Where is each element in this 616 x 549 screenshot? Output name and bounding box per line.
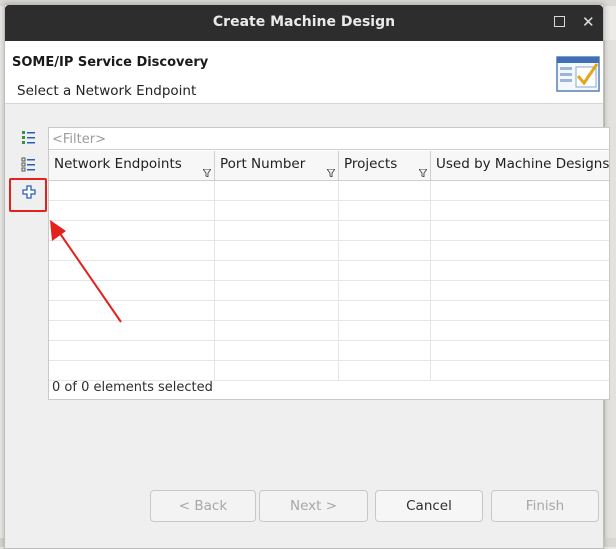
column-header-projects[interactable]: Projects bbox=[339, 151, 431, 180]
table-cell bbox=[431, 281, 609, 301]
table-cell bbox=[339, 321, 431, 341]
table-cell bbox=[431, 181, 609, 201]
filter-funnel-icon[interactable] bbox=[419, 169, 427, 177]
table-cell bbox=[339, 301, 431, 321]
table-cell bbox=[49, 261, 215, 281]
checklist-select-all-icon[interactable] bbox=[21, 129, 37, 145]
table-cell bbox=[339, 201, 431, 221]
table-cell bbox=[215, 341, 339, 361]
table-cell bbox=[339, 261, 431, 281]
table-cell bbox=[431, 341, 609, 361]
wizard-header: SOME/IP Service Discovery Select a Netwo… bbox=[5, 41, 603, 104]
table-cell bbox=[339, 181, 431, 201]
cancel-button[interactable]: Cancel bbox=[375, 490, 483, 522]
table-cell bbox=[49, 301, 215, 321]
column-label: Projects bbox=[344, 156, 398, 172]
column-header-port-number[interactable]: Port Number bbox=[215, 151, 339, 180]
table-cell bbox=[215, 221, 339, 241]
table-cell bbox=[339, 341, 431, 361]
table-cell bbox=[215, 281, 339, 301]
table-cell bbox=[49, 241, 215, 261]
table-cell bbox=[49, 281, 215, 301]
table-cell bbox=[431, 201, 609, 221]
title-bar: Create Machine Design ✕ bbox=[5, 5, 603, 41]
table-cell bbox=[431, 321, 609, 341]
wizard-banner-icon bbox=[556, 56, 600, 92]
table-cell bbox=[339, 361, 431, 381]
window-title: Create Machine Design bbox=[212, 14, 396, 30]
table-cell bbox=[431, 241, 609, 261]
maximize-icon[interactable] bbox=[554, 16, 565, 27]
create-machine-design-dialog: Create Machine Design ✕ SOME/IP Service … bbox=[4, 4, 610, 549]
column-header-used-by-machine-designs[interactable]: Used by Machine Designs bbox=[431, 151, 609, 180]
table-cell bbox=[215, 361, 339, 381]
table-row[interactable] bbox=[49, 341, 609, 361]
annotation-highlight-box bbox=[9, 178, 47, 212]
table-cell bbox=[215, 261, 339, 281]
filter-funnel-icon[interactable] bbox=[327, 169, 335, 177]
filter-input[interactable]: <Filter> bbox=[49, 128, 609, 150]
back-button[interactable]: < Back bbox=[150, 490, 256, 522]
table-cell bbox=[49, 321, 215, 341]
table-cell bbox=[215, 181, 339, 201]
filter-funnel-icon[interactable] bbox=[203, 169, 211, 177]
table-row[interactable] bbox=[49, 201, 609, 221]
table-row[interactable] bbox=[49, 361, 609, 381]
table-header: Network Endpoints Port Number Projects U… bbox=[49, 151, 609, 181]
column-label: Network Endpoints bbox=[54, 156, 182, 172]
table-cell bbox=[339, 281, 431, 301]
selection-status: 0 of 0 elements selected bbox=[52, 380, 213, 395]
next-button[interactable]: Next > bbox=[259, 490, 368, 522]
table-cell bbox=[431, 261, 609, 281]
table-cell bbox=[49, 201, 215, 221]
column-label: Port Number bbox=[220, 156, 306, 172]
table-row[interactable] bbox=[49, 281, 609, 301]
table-cell bbox=[215, 201, 339, 221]
page-description: Select a Network Endpoint bbox=[17, 83, 197, 99]
column-label: Used by Machine Designs bbox=[436, 156, 610, 172]
table-cell bbox=[49, 181, 215, 201]
finish-button[interactable]: Finish bbox=[491, 490, 599, 522]
table-row[interactable] bbox=[49, 261, 609, 281]
table-row[interactable] bbox=[49, 181, 609, 201]
table-cell bbox=[431, 221, 609, 241]
table-cell bbox=[215, 241, 339, 261]
table-cell bbox=[215, 301, 339, 321]
list-deselect-icon[interactable] bbox=[21, 156, 37, 172]
table-cell bbox=[431, 301, 609, 321]
table-row[interactable] bbox=[49, 301, 609, 321]
page-title: SOME/IP Service Discovery bbox=[12, 55, 209, 70]
table-body bbox=[49, 181, 609, 381]
table-cell bbox=[339, 221, 431, 241]
table-cell bbox=[49, 361, 215, 381]
network-endpoint-table: <Filter> Network Endpoints Port Number P… bbox=[48, 127, 610, 400]
table-row[interactable] bbox=[49, 321, 609, 341]
table-cell bbox=[431, 361, 609, 381]
table-row[interactable] bbox=[49, 221, 609, 241]
close-icon[interactable]: ✕ bbox=[582, 13, 595, 31]
table-row[interactable] bbox=[49, 241, 609, 261]
column-header-network-endpoints[interactable]: Network Endpoints bbox=[49, 151, 215, 180]
table-cell bbox=[49, 341, 215, 361]
table-cell bbox=[49, 221, 215, 241]
table-cell bbox=[339, 241, 431, 261]
table-cell bbox=[215, 321, 339, 341]
